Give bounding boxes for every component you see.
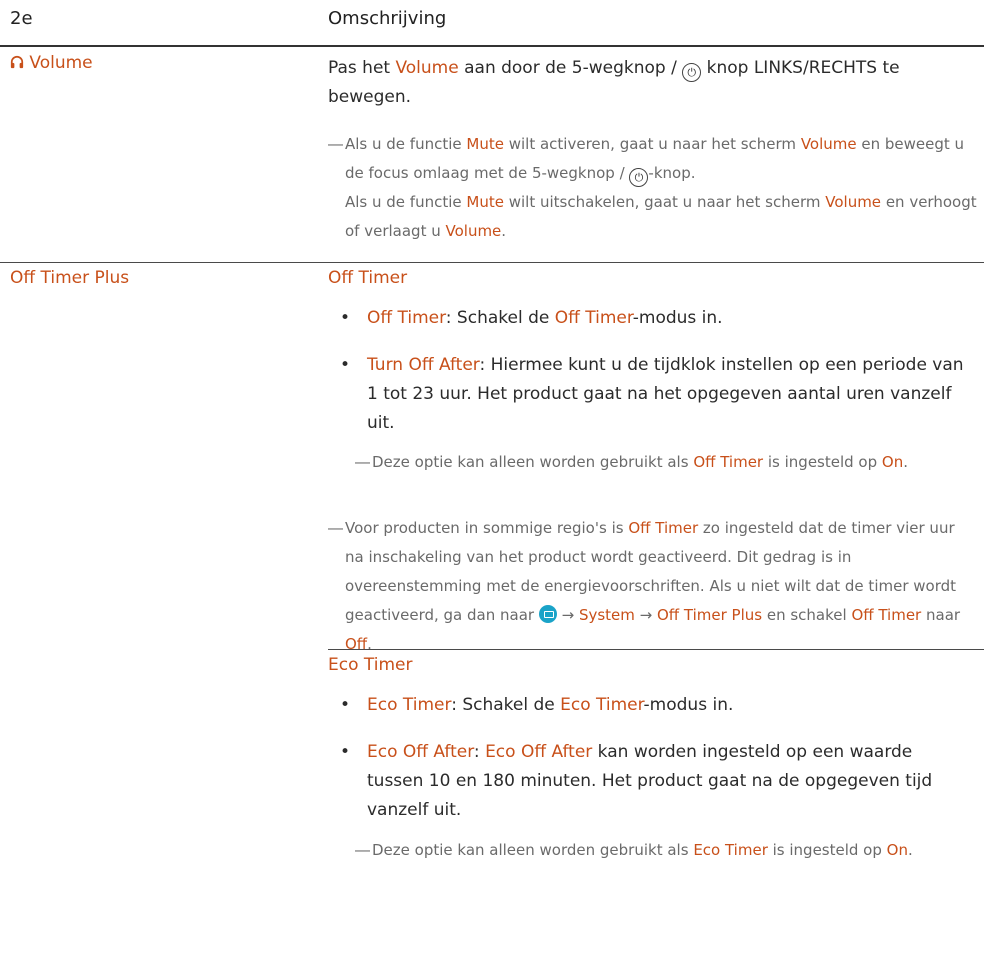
- row-label-volume: Volume: [10, 53, 93, 73]
- volume-description: Pas het Volume aan door de 5-wegknop / ⏻…: [328, 58, 900, 107]
- off-timer-region-note: ― Voor producten in sommige regio's is O…: [328, 519, 961, 653]
- power-icon: ⏻: [629, 168, 649, 187]
- header-rule: [0, 45, 984, 47]
- turn-off-after-bullet: • Turn Off After: Hiermee kunt u de tijd…: [340, 355, 964, 433]
- eco-timer-bullet: • Eco Timer: Schakel de Eco Timer-modus …: [340, 695, 734, 715]
- off-timer-heading: Off Timer: [328, 268, 408, 288]
- row-rule: [0, 262, 984, 263]
- header-col2: Omschrijving: [328, 8, 447, 29]
- eco-timer-subnote: ― Deze optie kan alleen worden gebruikt …: [355, 841, 913, 859]
- table-header: 2e Omschrijving: [0, 0, 984, 46]
- power-icon: ⏻: [682, 63, 702, 82]
- sub-row-rule: [328, 649, 984, 650]
- headphones-icon: [10, 55, 24, 69]
- menu-icon: [538, 605, 557, 623]
- eco-off-after-bullet: • Eco Off After: Eco Off After kan worde…: [340, 742, 933, 820]
- volume-note: ― Als u de functie Mute wilt activeren, …: [328, 135, 977, 240]
- off-timer-bullet: • Off Timer: Schakel de Off Timer-modus …: [340, 308, 723, 328]
- header-col1: 2e: [10, 8, 33, 29]
- off-timer-subnote: ― Deze optie kan alleen worden gebruikt …: [355, 453, 909, 471]
- row-label-off-timer-plus: Off Timer Plus: [10, 268, 130, 288]
- eco-timer-heading: Eco Timer: [328, 655, 413, 675]
